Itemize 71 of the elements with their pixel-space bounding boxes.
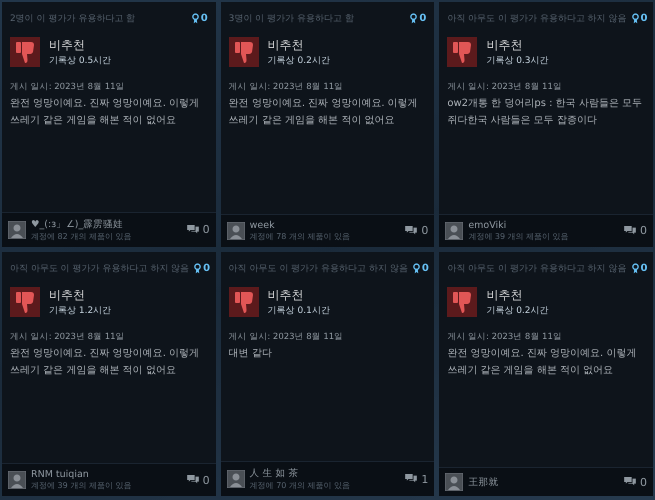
award-button[interactable]: 0 — [410, 13, 426, 24]
avatar-icon[interactable] — [226, 470, 245, 488]
comment-icon — [624, 477, 636, 487]
author-link[interactable]: 人 生 如 茶 — [250, 467, 400, 480]
posted-date-text: 게시 일시: 2023년 8월 11일 — [9, 81, 126, 93]
award-icon — [192, 13, 199, 24]
comments-button[interactable]: 0 — [405, 224, 428, 237]
avatar-icon[interactable] — [445, 222, 464, 240]
avatar-icon[interactable] — [445, 473, 464, 491]
award-icon — [632, 13, 638, 24]
review-text: 완전 엉망이예요. 진짜 엉망이예요. 이렇게 쓰레기 같은 게임을 해본 적이 없어요 — [228, 97, 419, 128]
helpful-count-text: 아직 아무도 이 평가가 유용하다고 하지 않음 — [447, 13, 626, 25]
product-count-text: 계정에 39 개의 제품이 있음 — [31, 480, 132, 491]
award-button[interactable]: 0 — [194, 262, 210, 274]
comment-icon — [624, 226, 636, 236]
review-text: 대변 같다 — [228, 346, 273, 360]
hours-on-record-text: 기록상 1.2시간 — [49, 304, 112, 316]
posted-date-text: 게시 일시: 2023년 8월 11일 — [446, 81, 563, 93]
verdict-text: 비추천 — [268, 37, 305, 54]
award-button[interactable]: 0 — [632, 262, 648, 274]
avatar-icon[interactable] — [226, 222, 245, 240]
review-text: 완전 엉망이예요. 진짜 엉망이예요. 이렇게 쓰레기 같은 게임을 해본 적이 없어요 — [9, 346, 200, 378]
product-count-text: 계정에 70 개의 제품이 있음 — [250, 480, 352, 491]
verdict-text: 비추천 — [486, 286, 524, 304]
comment-icon — [186, 224, 199, 234]
comments-button[interactable]: 0 — [624, 224, 647, 237]
helpful-count-text: 아직 아무도 이 평가가 유용하다고 하지 않음 — [447, 262, 626, 274]
hours-on-record-text: 기록상 0.5시간 — [49, 55, 112, 67]
posted-date-text: 게시 일시: 2023년 8월 11일 — [9, 330, 126, 342]
avatar-icon[interactable] — [8, 471, 26, 489]
award-icon — [412, 262, 420, 274]
posted-date-text: 게시 일시: 2023년 8월 11일 — [446, 330, 563, 342]
verdict-text: 비추천 — [268, 286, 305, 304]
review-text: 완전 엉망이예요. 진짜 엉망이예요. 이렇게 쓰레기 같은 게임을 해본 적이 없어요 — [9, 97, 200, 128]
hours-on-record-text: 기록상 0.1시간 — [268, 304, 330, 316]
award-button[interactable]: 0 — [192, 13, 208, 24]
comments-button[interactable]: 0 — [624, 476, 647, 488]
award-icon — [194, 262, 202, 274]
product-count-text: 계정에 78 개의 제품이 있음 — [250, 230, 352, 242]
posted-date-text: 게시 일시: 2023년 8월 11일 — [228, 81, 344, 93]
verdict-text: 비추천 — [486, 37, 524, 54]
helpful-count-text: 2명이 이 평가가 유용하다고 함 — [10, 13, 136, 25]
helpful-count-text: 아직 아무도 이 평가가 유용하다고 하지 않음 — [228, 262, 408, 274]
helpful-count-text: 3명이 이 평가가 유용하다고 함 — [228, 13, 354, 25]
author-link[interactable]: week — [250, 220, 400, 230]
comments-button[interactable]: 0 — [186, 474, 210, 486]
comment-icon — [186, 475, 199, 485]
product-count-text: 계정에 39 개의 제품이 있음 — [468, 230, 570, 242]
author-link[interactable]: ♥_(:з」∠)_霹雳骚娃 — [31, 218, 182, 230]
product-count-text: 계정에 82 개의 제품이 있음 — [31, 230, 132, 242]
posted-date-text: 게시 일시: 2023년 8월 11일 — [228, 330, 344, 342]
award-button[interactable]: 0 — [632, 13, 648, 24]
comment-icon — [405, 474, 418, 484]
avatar-icon[interactable] — [8, 220, 26, 238]
award-button[interactable]: 0 — [412, 262, 429, 274]
verdict-text: 비추천 — [49, 37, 86, 54]
review-text: ow2개통 한 덩어리ps : 한국 사람들은 모두 쥐다한국 사람들은 모두 잡종이다 — [446, 97, 643, 128]
comments-button[interactable]: 1 — [405, 472, 428, 486]
comment-icon — [405, 226, 418, 236]
hours-on-record-text: 기록상 0.2시간 — [486, 304, 549, 316]
helpful-count-text: 아직 아무도 이 평가가 유용하다고 하지 않음 — [10, 262, 190, 274]
award-icon — [410, 13, 418, 24]
award-icon — [632, 262, 638, 274]
author-link[interactable]: 王那就 — [468, 476, 619, 488]
hours-on-record-text: 기록상 0.3시간 — [486, 55, 549, 67]
comments-button[interactable]: 0 — [186, 223, 210, 236]
review-text: 완전 엉망이예요. 진짜 엉망이예요. 이렇게 쓰레기 같은 게임을 해본 적이 없어요 — [446, 346, 638, 378]
author-link[interactable]: emoViki — [468, 220, 619, 230]
author-link[interactable]: RNM tuiqian — [31, 469, 182, 480]
verdict-text: 비추천 — [49, 286, 86, 304]
hours-on-record-text: 기록상 0.2시간 — [268, 55, 330, 67]
